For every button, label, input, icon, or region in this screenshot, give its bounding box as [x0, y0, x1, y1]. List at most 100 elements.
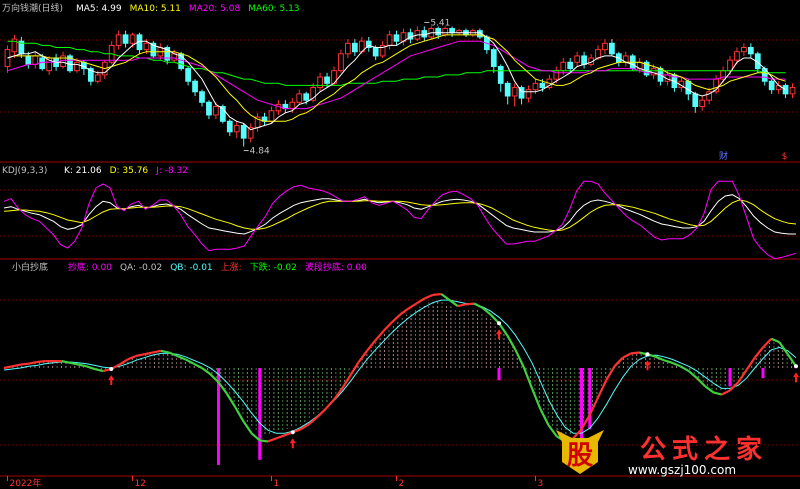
candle[interactable] — [254, 112, 261, 132]
signal-bar — [497, 368, 501, 381]
buy-arrow-icon[interactable] — [289, 438, 296, 449]
qa-segment — [152, 349, 161, 354]
candle[interactable] — [122, 30, 129, 48]
candle-body — [25, 55, 32, 65]
candle[interactable] — [518, 85, 525, 105]
candle[interactable] — [67, 53, 73, 73]
candle[interactable] — [185, 66, 191, 86]
legend-item: 上涨: — [221, 262, 242, 273]
x-tick-label: 2022年 — [9, 477, 41, 489]
candle[interactable] — [768, 79, 775, 94]
price-chart-title: 万向钱潮(日线) — [2, 2, 63, 14]
candle[interactable] — [393, 30, 400, 46]
candle-body — [317, 76, 323, 89]
candle[interactable] — [574, 51, 581, 67]
event-marker[interactable]: $ — [782, 152, 788, 162]
candle[interactable] — [261, 112, 268, 126]
candle[interactable] — [115, 30, 122, 50]
event-marker[interactable]: 财 — [719, 150, 728, 162]
qa-segment — [679, 365, 690, 373]
candle[interactable] — [365, 36, 372, 52]
candle[interactable] — [588, 53, 594, 67]
candle[interactable] — [275, 100, 282, 115]
candle[interactable] — [400, 28, 407, 46]
candle-body — [692, 93, 699, 108]
candle-body — [560, 61, 567, 72]
buy-arrow-icon[interactable] — [496, 329, 502, 340]
candle[interactable] — [386, 30, 393, 50]
x-tick-label: 3 — [537, 479, 543, 489]
candle[interactable] — [747, 43, 754, 59]
candle[interactable] — [247, 123, 254, 143]
candle[interactable] — [233, 121, 240, 139]
x-tick-label: 2 — [399, 479, 405, 489]
candle[interactable] — [351, 39, 358, 56]
candle[interactable] — [497, 64, 504, 92]
legend-item: 下跌: -0.02 — [250, 262, 297, 273]
candle[interactable] — [345, 39, 351, 59]
candle[interactable] — [282, 100, 289, 113]
buy-arrow-icon[interactable] — [644, 360, 651, 371]
candle[interactable] — [699, 95, 706, 111]
buy-arrow-icon[interactable] — [793, 372, 799, 383]
candle[interactable] — [338, 49, 344, 73]
candle[interactable] — [4, 45, 11, 73]
candle-body — [699, 99, 706, 108]
candle-body — [685, 80, 692, 95]
qa-segment — [382, 321, 393, 332]
candle[interactable] — [581, 51, 587, 69]
ma20-line — [7, 40, 786, 110]
buy-arrow-icon[interactable] — [108, 375, 115, 386]
qa-segment — [655, 355, 665, 362]
qa-segment — [275, 434, 285, 440]
candle[interactable] — [192, 79, 198, 96]
candle[interactable] — [525, 85, 532, 103]
candle[interactable] — [11, 34, 18, 59]
candle[interactable] — [421, 26, 428, 42]
candle[interactable] — [692, 91, 699, 113]
candle[interactable] — [643, 60, 650, 78]
qa-segment — [688, 370, 698, 380]
candle[interactable] — [101, 60, 108, 80]
candle[interactable] — [226, 119, 233, 137]
watermark-url: www.gszj100.com — [628, 463, 736, 477]
candle[interactable] — [317, 72, 323, 92]
candle[interactable] — [782, 83, 789, 99]
candle[interactable] — [199, 89, 205, 107]
candle[interactable] — [150, 41, 157, 59]
candle[interactable] — [609, 39, 615, 56]
candle[interactable] — [206, 100, 212, 120]
kdj-panel[interactable] — [3, 180, 797, 260]
candle[interactable] — [240, 123, 247, 147]
qa-segment — [193, 362, 203, 369]
candle[interactable] — [32, 51, 39, 69]
qa-segment — [366, 339, 377, 352]
candle[interactable] — [511, 83, 518, 107]
candle[interactable] — [504, 81, 511, 105]
candle-body — [129, 34, 136, 44]
qa-segment — [613, 356, 624, 368]
kdj-d-line — [3, 199, 797, 232]
candle-body — [602, 42, 608, 51]
candle[interactable] — [18, 36, 25, 59]
candle[interactable] — [741, 43, 747, 56]
qa-segment — [407, 302, 418, 310]
candle[interactable] — [622, 51, 629, 67]
candle[interactable] — [108, 41, 115, 65]
candle-body — [275, 103, 282, 112]
candle[interactable] — [456, 28, 462, 35]
qa-segment — [597, 379, 608, 399]
candle[interactable] — [136, 32, 143, 54]
candle[interactable] — [602, 39, 608, 54]
candle[interactable] — [490, 47, 497, 73]
candle[interactable] — [789, 83, 796, 99]
candle[interactable] — [414, 26, 421, 42]
candle[interactable] — [296, 89, 303, 105]
candle-body — [32, 55, 39, 65]
candle[interactable] — [407, 28, 414, 44]
qa-segment — [61, 360, 71, 364]
candle[interactable] — [379, 41, 386, 59]
cross-dot — [497, 321, 501, 326]
candle-body — [567, 61, 574, 70]
candle-body — [741, 47, 747, 53]
